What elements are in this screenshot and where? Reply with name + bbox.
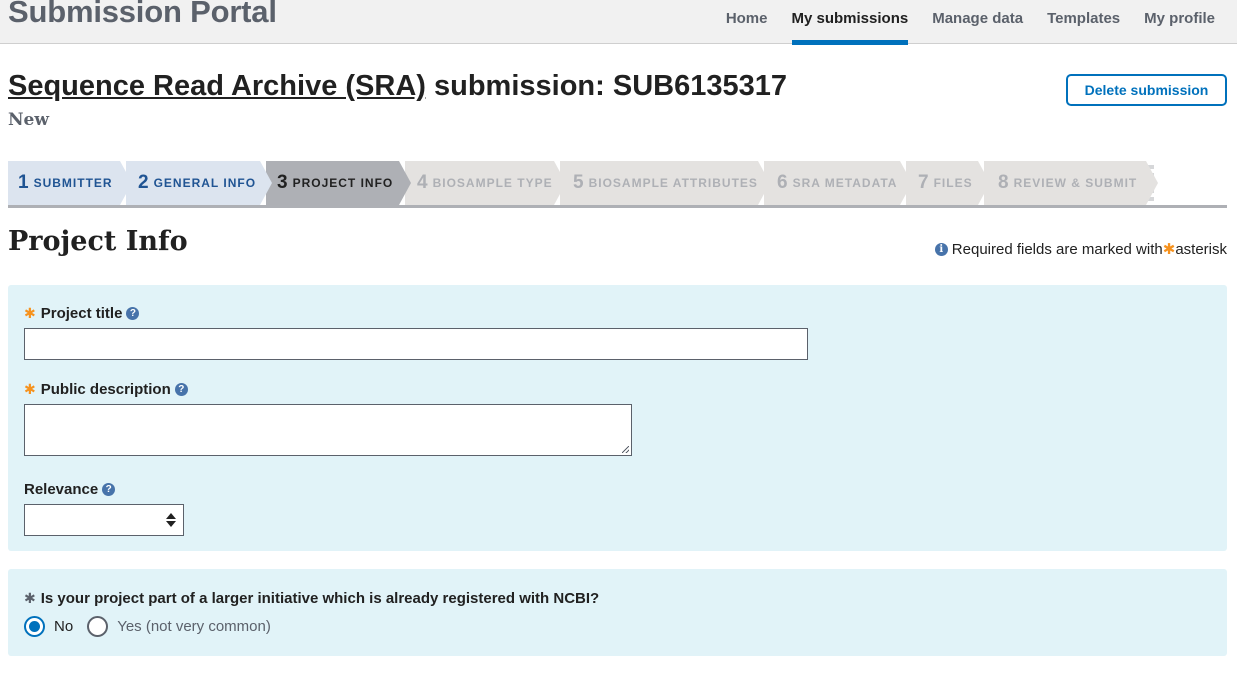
step-label: GENERAL INFO	[153, 176, 257, 190]
top-navigation-bar: Submission Portal Home My submissions Ma…	[0, 0, 1237, 45]
nav-my-profile[interactable]: My profile	[1132, 0, 1227, 44]
step-label: BIOSAMPLE TYPE	[432, 176, 553, 190]
relevance-label: Relevance ?	[24, 481, 116, 498]
step-sra-metadata: 6 SRA METADATA	[764, 161, 912, 205]
initiative-question-label: ✱ Is your project part of a larger initi…	[24, 590, 599, 607]
step-number: 8	[998, 172, 1009, 193]
submission-status: New	[8, 110, 49, 130]
radio-option-no[interactable]: No	[24, 616, 73, 637]
step-number: 3	[277, 172, 288, 193]
relevance-select[interactable]	[24, 504, 184, 536]
asterisk-icon: ✱	[24, 305, 36, 321]
stepper-underline	[8, 205, 1227, 208]
step-label: BIOSAMPLE ATTRIBUTES	[588, 176, 758, 190]
question-circle-icon[interactable]: ?	[102, 483, 116, 496]
wizard-stepper: 1 SUBMITTER 2 GENERAL INFO 3 PROJECT INF…	[8, 161, 1227, 209]
public-description-textarea[interactable]	[24, 404, 632, 456]
public-description-label-text: Public description	[40, 381, 171, 398]
step-number: 1	[18, 172, 29, 193]
question-circle-icon[interactable]: ?	[174, 383, 188, 396]
initiative-radio-group: No Yes (not very common)	[24, 616, 285, 637]
step-number: 6	[777, 172, 788, 193]
step-label: FILES	[933, 176, 973, 190]
delete-submission-button[interactable]: Delete submission	[1066, 74, 1227, 106]
required-note-suffix: asterisk	[1175, 240, 1227, 258]
step-label: REVIEW & SUBMIT	[1013, 176, 1138, 190]
step-label: SUBMITTER	[33, 176, 113, 190]
page-title: Sequence Read Archive (SRA) submission: …	[8, 70, 787, 103]
radio-button-checked[interactable]	[24, 616, 45, 637]
nav-manage-data[interactable]: Manage data	[920, 0, 1035, 44]
step-label: SRA METADATA	[792, 176, 898, 190]
required-note-text: Required fields are marked with	[951, 240, 1163, 258]
asterisk-icon: ✱	[1162, 241, 1176, 258]
project-title-input[interactable]	[24, 328, 808, 360]
asterisk-icon: ✱	[24, 590, 36, 606]
main-nav: Home My submissions Manage data Template…	[714, 0, 1227, 45]
step-submitter[interactable]: 1 SUBMITTER	[8, 161, 132, 205]
nav-templates[interactable]: Templates	[1035, 0, 1132, 44]
step-project-info: 3 PROJECT INFO	[266, 161, 411, 205]
step-number: 2	[138, 172, 149, 193]
step-number: 7	[918, 172, 929, 193]
initiative-question-text: Is your project part of a larger initiat…	[40, 590, 600, 607]
step-label: PROJECT INFO	[292, 176, 394, 190]
portal-title: Submission Portal	[8, 0, 277, 29]
project-title-label: ✱ Project title ?	[24, 305, 140, 322]
radio-button-unchecked[interactable]	[87, 616, 109, 637]
relevance-label-text: Relevance	[24, 481, 99, 498]
required-fields-note: i Required fields are marked with ✱ aste…	[934, 240, 1227, 258]
project-title-label-text: Project title	[40, 305, 123, 322]
submission-id-text: submission: SUB6135317	[425, 70, 787, 102]
project-info-form-panel: ✱ Project title ? ✱ Public description ?…	[8, 285, 1227, 551]
radio-label-yes: Yes (not very common)	[117, 618, 271, 635]
section-title: Project Info	[8, 226, 188, 257]
step-number: 4	[417, 172, 428, 193]
resize-handle-icon[interactable]	[622, 446, 629, 453]
question-circle-icon[interactable]: ?	[126, 307, 140, 320]
sra-link[interactable]: Sequence Read Archive (SRA)	[8, 70, 426, 102]
radio-label-no: No	[54, 618, 74, 635]
public-description-label: ✱ Public description ?	[24, 381, 188, 398]
sort-arrows-icon	[166, 513, 176, 527]
asterisk-icon: ✱	[24, 381, 36, 397]
step-files: 7 FILES	[906, 161, 990, 205]
initiative-question-panel: ✱ Is your project part of a larger initi…	[8, 569, 1227, 656]
step-biosample-attributes: 5 BIOSAMPLE ATTRIBUTES	[560, 161, 770, 205]
nav-home[interactable]: Home	[714, 0, 780, 44]
radio-option-yes[interactable]: Yes (not very common)	[87, 616, 271, 637]
info-circle-icon: i	[934, 242, 948, 256]
step-review-submit: 8 REVIEW & SUBMIT	[984, 161, 1158, 205]
step-biosample-type: 4 BIOSAMPLE TYPE	[405, 161, 566, 205]
nav-my-submissions[interactable]: My submissions	[780, 0, 921, 45]
step-number: 5	[573, 172, 584, 193]
step-general-info[interactable]: 2 GENERAL INFO	[126, 161, 272, 205]
